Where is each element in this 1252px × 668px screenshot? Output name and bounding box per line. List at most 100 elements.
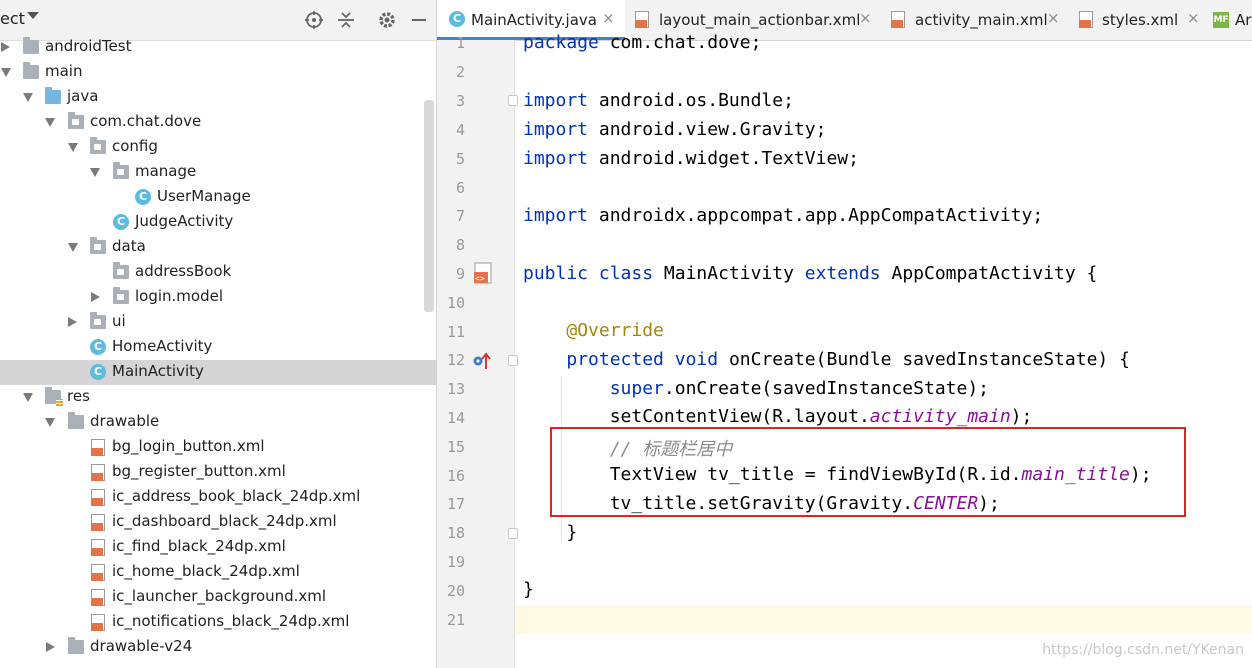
tree-item-xml-file[interactable]: ic_notifications_black_24dp.xml bbox=[0, 610, 436, 635]
tree-item-xml-file[interactable]: ic_dashboard_black_24dp.xml bbox=[0, 510, 436, 535]
project-view-title[interactable]: ect bbox=[0, 9, 25, 28]
tree-item-res[interactable]: res bbox=[0, 385, 436, 410]
collapse-arrow-icon[interactable] bbox=[45, 118, 55, 127]
code-text: setContentView(R.layout. bbox=[523, 406, 870, 427]
code-line-11[interactable]: @Override bbox=[523, 320, 664, 341]
code-line-1[interactable]: package com.chat.dove; bbox=[523, 32, 761, 53]
tree-item-judgeactivity[interactable]: C JudgeActivity bbox=[0, 210, 436, 235]
expand-arrow-icon[interactable] bbox=[1, 42, 10, 52]
tree-item-login-model[interactable]: login.model bbox=[0, 285, 436, 310]
code-line-7[interactable]: import androidx.appcompat.app.AppCompatA… bbox=[523, 205, 1043, 226]
tree-label: ic_address_book_black_24dp.xml bbox=[112, 487, 361, 505]
collapse-all-icon[interactable] bbox=[336, 10, 356, 30]
tree-item-com-chat-dove[interactable]: com.chat.dove bbox=[0, 110, 436, 135]
code-text: } bbox=[523, 522, 578, 543]
gear-icon[interactable] bbox=[377, 10, 397, 30]
tree-item-main[interactable]: main bbox=[0, 60, 436, 85]
tree-item-xml-file[interactable]: ic_find_black_24dp.xml bbox=[0, 535, 436, 560]
current-line-highlight bbox=[515, 605, 1252, 634]
close-icon[interactable]: × bbox=[1047, 9, 1060, 27]
tree-item-usermanage[interactable]: C UserManage bbox=[0, 185, 436, 210]
fold-marker-icon[interactable] bbox=[508, 355, 518, 366]
line-number: 16 bbox=[446, 467, 465, 485]
java-class-icon: C bbox=[449, 11, 465, 27]
expand-arrow-icon[interactable] bbox=[91, 292, 100, 302]
layout-file-gutter-icon[interactable]: <> bbox=[472, 261, 494, 285]
code-line-4[interactable]: import android.view.Gravity; bbox=[523, 119, 826, 140]
code-text: com.chat.dove; bbox=[598, 32, 762, 53]
code-line-12[interactable]: protected void onCreate(Bundle savedInst… bbox=[523, 349, 1130, 370]
project-scrollbar[interactable] bbox=[424, 100, 434, 312]
collapse-arrow-icon[interactable] bbox=[23, 93, 33, 102]
code-line-18[interactable]: } bbox=[523, 522, 577, 543]
code-keyword: package bbox=[523, 32, 599, 53]
code-line-20[interactable]: } bbox=[523, 579, 534, 600]
tree-item-xml-file[interactable]: bg_login_button.xml bbox=[0, 435, 436, 460]
override-method-icon[interactable] bbox=[472, 352, 492, 370]
locate-target-icon[interactable] bbox=[304, 10, 324, 30]
tree-item-androidtest[interactable]: androidTest bbox=[0, 35, 436, 60]
tree-item-mainactivity[interactable]: C MainActivity bbox=[0, 360, 436, 385]
collapse-arrow-icon[interactable] bbox=[68, 143, 78, 152]
tab-manifest[interactable]: MF Ar bbox=[1211, 0, 1252, 40]
tab-label: layout_main_actionbar.xml bbox=[659, 11, 861, 29]
expand-arrow-icon[interactable] bbox=[46, 642, 55, 652]
close-icon[interactable]: × bbox=[859, 9, 872, 27]
tab-label: activity_main.xml bbox=[915, 11, 1048, 29]
tree-item-xml-file[interactable]: ic_home_black_24dp.xml bbox=[0, 560, 436, 585]
tree-item-drawable-v24[interactable]: drawable-v24 bbox=[0, 635, 436, 660]
fold-marker-icon[interactable] bbox=[508, 528, 518, 539]
code-line-13[interactable]: super.onCreate(savedInstanceState); bbox=[523, 378, 989, 399]
hide-panel-icon[interactable] bbox=[409, 10, 429, 30]
line-number: 18 bbox=[446, 524, 465, 542]
line-number: 1 bbox=[455, 34, 465, 52]
tree-label: ic_dashboard_black_24dp.xml bbox=[112, 512, 337, 530]
xml-file-icon bbox=[91, 564, 105, 581]
close-icon[interactable]: × bbox=[1187, 9, 1200, 27]
tree-label: ic_home_black_24dp.xml bbox=[112, 562, 300, 580]
line-number: 14 bbox=[446, 409, 465, 427]
tree-item-data[interactable]: data bbox=[0, 235, 436, 260]
collapse-arrow-icon[interactable] bbox=[68, 243, 78, 252]
tree-label: ic_find_black_24dp.xml bbox=[112, 537, 286, 555]
fold-marker-icon[interactable] bbox=[508, 95, 518, 106]
expand-arrow-icon[interactable] bbox=[68, 317, 77, 327]
collapse-arrow-icon[interactable] bbox=[90, 168, 100, 177]
tree-item-addressbook[interactable]: addressBook bbox=[0, 260, 436, 285]
close-icon[interactable]: × bbox=[602, 9, 615, 27]
code-line-5[interactable]: import android.widget.TextView; bbox=[523, 148, 859, 169]
tab-label: Ar bbox=[1235, 11, 1252, 29]
tab-styles-xml[interactable]: styles.xml × bbox=[1071, 0, 1211, 40]
tree-label: addressBook bbox=[135, 262, 232, 280]
line-number: 4 bbox=[455, 121, 465, 139]
tree-label: login.model bbox=[135, 287, 224, 305]
xml-file-icon bbox=[91, 514, 105, 531]
tree-label: ui bbox=[112, 312, 126, 330]
tree-item-xml-file[interactable]: bg_register_button.xml bbox=[0, 460, 436, 485]
tab-activity-main-xml[interactable]: activity_main.xml × bbox=[883, 0, 1071, 40]
package-icon bbox=[113, 262, 129, 279]
line-number: 5 bbox=[455, 150, 465, 168]
tree-item-homeactivity[interactable]: C HomeActivity bbox=[0, 335, 436, 360]
collapse-arrow-icon[interactable] bbox=[23, 393, 33, 402]
class-icon: C bbox=[113, 214, 129, 230]
tree-item-config[interactable]: config bbox=[0, 135, 436, 160]
code-line-14[interactable]: setContentView(R.layout.activity_main); bbox=[523, 406, 1033, 427]
tree-item-java[interactable]: java bbox=[0, 85, 436, 110]
collapse-arrow-icon[interactable] bbox=[45, 418, 55, 427]
tree-item-xml-file[interactable]: ic_address_book_black_24dp.xml bbox=[0, 485, 436, 510]
line-number: 21 bbox=[446, 611, 465, 629]
code-line-3[interactable]: import android.os.Bundle; bbox=[523, 90, 794, 111]
tree-item-drawable[interactable]: drawable bbox=[0, 410, 436, 435]
tree-label: MainActivity bbox=[112, 362, 204, 380]
tree-item-ui[interactable]: ui bbox=[0, 310, 436, 335]
tree-item-manage[interactable]: manage bbox=[0, 160, 436, 185]
collapse-arrow-icon[interactable] bbox=[1, 68, 11, 77]
chevron-down-icon[interactable] bbox=[27, 12, 39, 19]
code-text: android.view.Gravity; bbox=[588, 119, 827, 140]
line-number: 6 bbox=[455, 179, 465, 197]
code-line-9[interactable]: public class MainActivity extends AppCom… bbox=[523, 263, 1097, 284]
tree-item-xml-file[interactable]: ic_launcher_background.xml bbox=[0, 585, 436, 610]
